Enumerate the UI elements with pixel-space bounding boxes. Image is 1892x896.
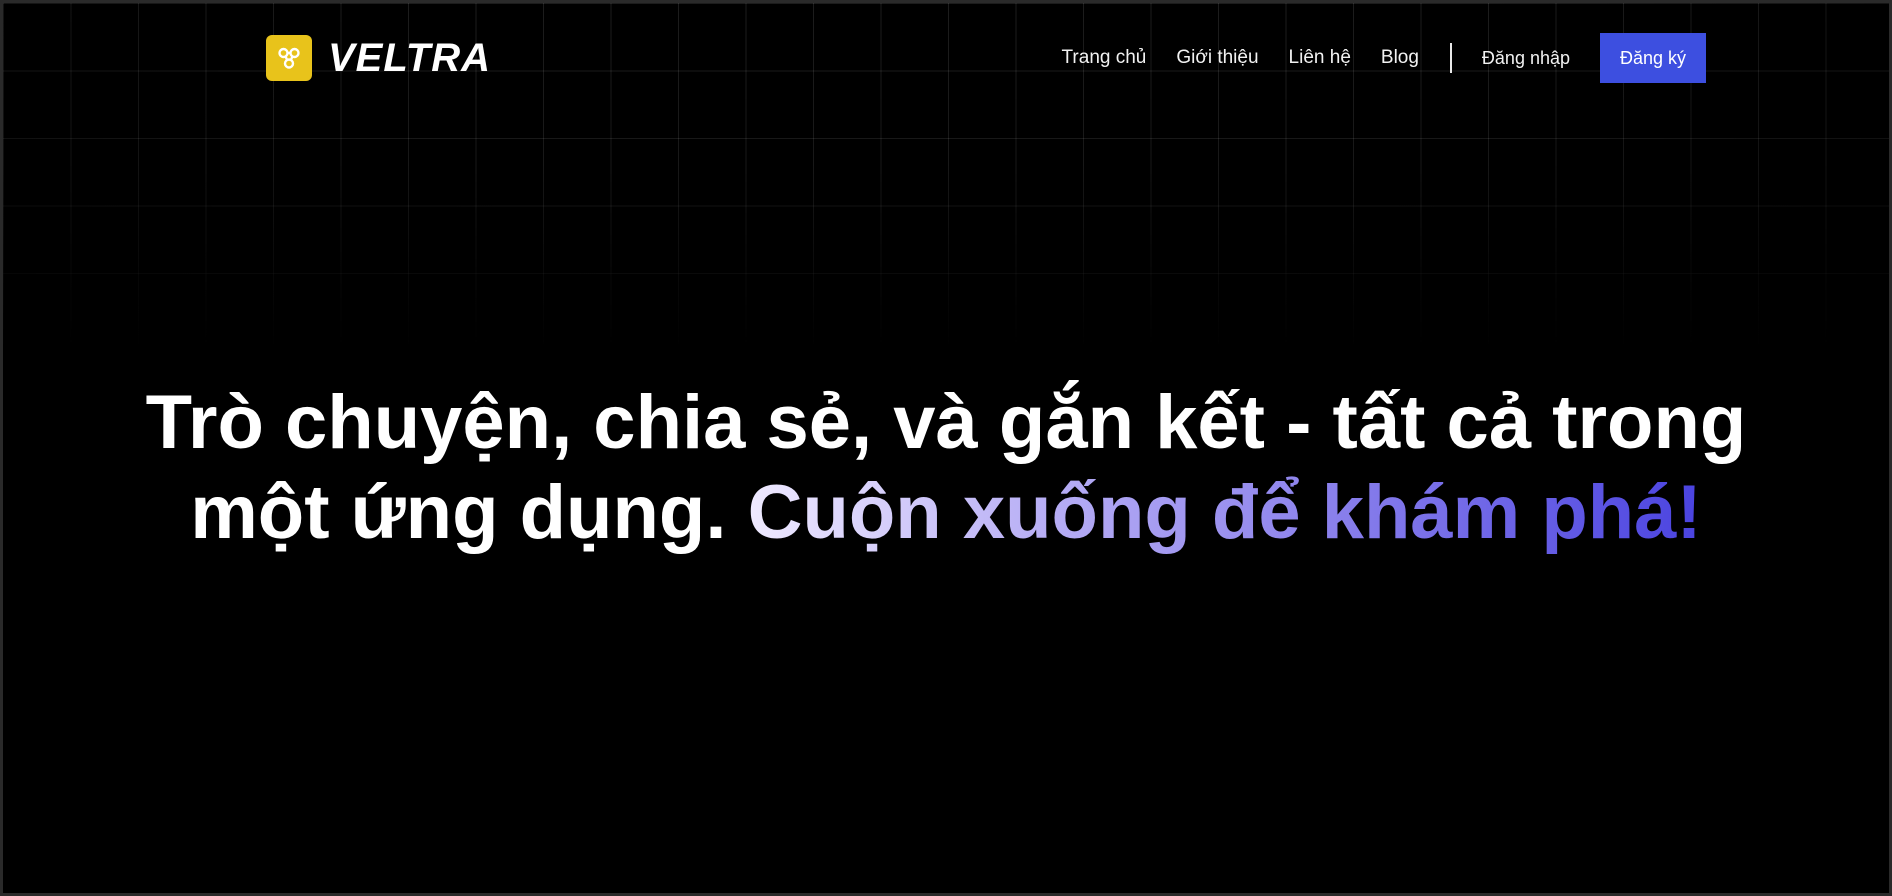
nav-divider <box>1449 43 1452 73</box>
nav-home-link[interactable]: Trang chủ <box>1062 47 1147 69</box>
hero-title: Trò chuyện, chia sẻ, và gắn kết - tất cả… <box>3 378 1889 558</box>
hero-title-line2: một ứng dụng. <box>190 470 748 555</box>
page: VELTRA Trang chủ Giới thiệu Liên hệ Blog… <box>0 0 1892 896</box>
brand-home-link[interactable]: VELTRA <box>266 35 491 81</box>
signup-button[interactable]: Đăng ký <box>1600 33 1706 83</box>
nav-blog-link[interactable]: Blog <box>1381 47 1419 69</box>
brand-name: VELTRA <box>328 35 492 80</box>
share-nodes-icon <box>278 47 300 69</box>
main-nav: Trang chủ Giới thiệu Liên hệ Blog Đăng n… <box>1062 33 1706 83</box>
nav-about-link[interactable]: Giới thiệu <box>1176 47 1258 69</box>
hero-title-line1: Trò chuyện, chia sẻ, và gắn kết - tất cả… <box>145 380 1747 465</box>
hero-section: Trò chuyện, chia sẻ, và gắn kết - tất cả… <box>3 378 1889 558</box>
login-link[interactable]: Đăng nhập <box>1482 48 1570 69</box>
nav-contact-link[interactable]: Liên hệ <box>1289 47 1351 69</box>
site-header: VELTRA Trang chủ Giới thiệu Liên hệ Blog… <box>266 33 1706 83</box>
hero-title-accent: Cuộn xuống để khám phá! <box>747 470 1702 555</box>
brand-logo <box>266 35 312 81</box>
